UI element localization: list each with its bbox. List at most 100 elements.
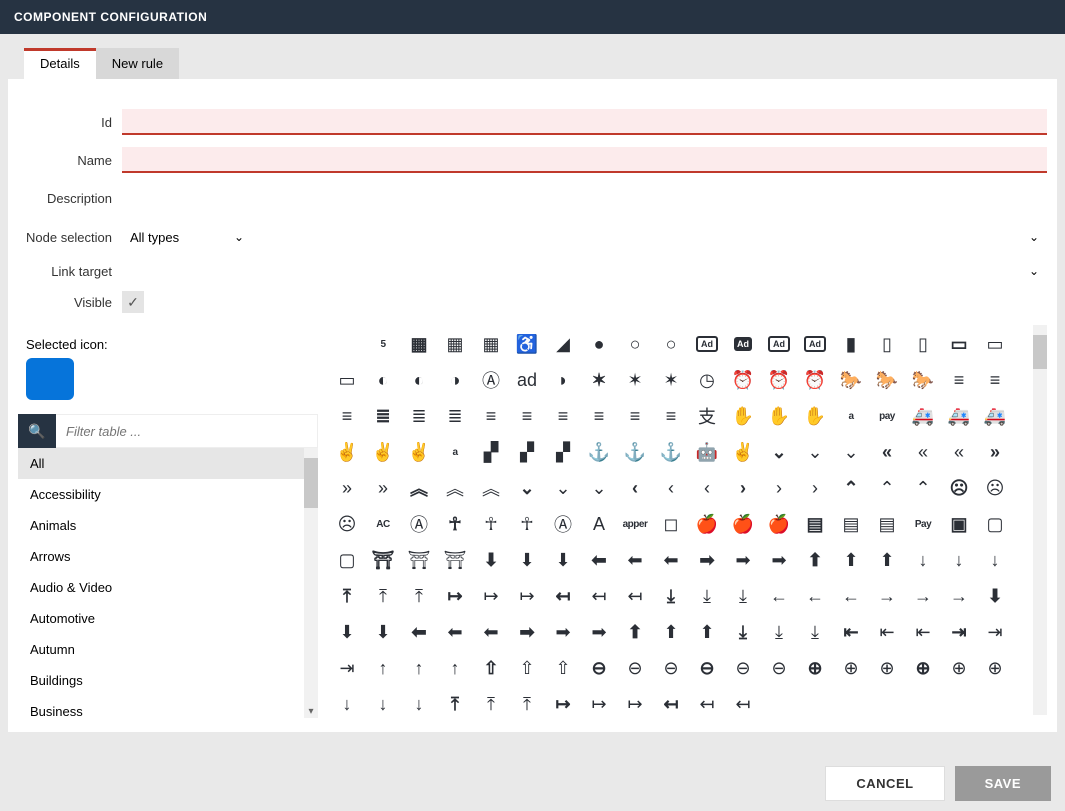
align-right-solid-icon[interactable]: ≡ — [582, 399, 616, 433]
arrow-right-solid-icon[interactable]: → — [870, 579, 904, 613]
asl-solid-icon[interactable]: ✌ — [330, 435, 364, 469]
arrow-left-regular-icon[interactable]: ← — [798, 579, 832, 613]
allergies-solid-icon[interactable]: ✋ — [726, 399, 760, 433]
alipay-icon[interactable]: 支 — [690, 399, 724, 433]
ad-light-icon[interactable]: Ad — [798, 327, 832, 361]
apple-icon[interactable]: ◻ — [654, 507, 688, 541]
archway-solid-icon[interactable]: ⛩ — [366, 543, 400, 577]
category-scroll-thumb[interactable] — [304, 458, 318, 508]
angry-creative-icon[interactable]: AC — [366, 507, 400, 541]
arrow-alt-circle-right-regular-icon[interactable]: ⊕ — [834, 651, 868, 685]
archway-light-icon[interactable]: ⛩ — [438, 543, 472, 577]
category-scrollbar[interactable]: ▾ — [304, 448, 318, 718]
tab-new-rule[interactable]: New rule — [96, 48, 179, 79]
visible-checkbox[interactable]: ✓ — [122, 291, 144, 313]
chart-bar-regular-icon[interactable]: ▞ — [510, 435, 544, 469]
amilia-icon[interactable]: a — [438, 435, 472, 469]
angle-up-solid-icon[interactable]: ⌃ — [834, 471, 868, 505]
anchor-regular-icon[interactable]: ⚓ — [618, 435, 652, 469]
chart-bar-light-icon[interactable]: ▞ — [546, 435, 580, 469]
android-icon[interactable]: 🤖 — [690, 435, 724, 469]
arrow-to-right-solid-icon[interactable]: ⇥ — [942, 615, 976, 649]
save-button[interactable]: SAVE — [955, 766, 1051, 801]
angle-down-solid-icon[interactable]: ⌄ — [510, 471, 544, 505]
arrow-square-down-regular-icon[interactable]: ⬇ — [330, 615, 364, 649]
node-selection-value-select[interactable]: ⌄ — [256, 223, 1047, 251]
arrow-square-left-regular-icon[interactable]: ⬅ — [438, 615, 472, 649]
arrow-right-light-icon[interactable]: → — [942, 579, 976, 613]
apple-crate-solid-icon[interactable]: ▤ — [798, 507, 832, 541]
arrow-square-right-regular-icon[interactable]: ➡ — [546, 615, 580, 649]
icon-grid-scroll-thumb[interactable] — [1033, 335, 1047, 369]
arrow-right-regular-icon[interactable]: → — [906, 579, 940, 613]
app-store-icon[interactable]: Ⓐ — [546, 507, 580, 541]
arrow-circle-right-light-icon[interactable]: ➡ — [762, 543, 796, 577]
category-item[interactable]: Audio & Video — [18, 572, 318, 603]
arrow-alt-circle-right-light-icon[interactable]: ⊕ — [870, 651, 904, 685]
arrow-from-bottom-solid-icon[interactable]: ⤒ — [330, 579, 364, 613]
address-book-regular-icon[interactable]: ▯ — [870, 327, 904, 361]
arrow-square-right-solid-icon[interactable]: ➡ — [510, 615, 544, 649]
arrow-to-left-light-icon[interactable]: ⇤ — [906, 615, 940, 649]
align-right-regular-icon[interactable]: ≡ — [618, 399, 652, 433]
apple-alt-solid-icon[interactable]: 🍎 — [690, 507, 724, 541]
arrow-alt-circle-down-light-icon[interactable]: ⊖ — [654, 651, 688, 685]
arrow-square-right-light-icon[interactable]: ➡ — [582, 615, 616, 649]
angle-double-down-light-icon[interactable]: ⌄ — [834, 435, 868, 469]
apple-alt-light-icon[interactable]: 🍎 — [762, 507, 796, 541]
arrow-up-regular-icon[interactable]: ↑ — [402, 651, 436, 685]
angry-solid-icon[interactable]: ☹ — [942, 471, 976, 505]
name-input[interactable] — [122, 147, 1047, 173]
air-freshener-solid-icon[interactable]: ✶ — [582, 363, 616, 397]
abacus-solid-icon[interactable]: ▦ — [402, 327, 436, 361]
arrow-alt-circle-down-regular-icon[interactable]: ⊖ — [618, 651, 652, 685]
apple-crate-light-icon[interactable]: ▤ — [870, 507, 904, 541]
arrow-down-solid-icon[interactable]: ↓ — [906, 543, 940, 577]
arrow-alt-from-right-light-icon[interactable]: ↤ — [726, 687, 760, 715]
arrow-from-top-regular-icon[interactable]: ⤓ — [690, 579, 724, 613]
algolia-regular-icon[interactable]: 🐎 — [870, 363, 904, 397]
arrow-down-light-icon[interactable]: ↓ — [978, 543, 1012, 577]
angle-double-up-solid-icon[interactable]: ︽ — [402, 471, 436, 505]
allergies-regular-icon[interactable]: ✋ — [762, 399, 796, 433]
ankh-solid-icon[interactable]: ☥ — [438, 507, 472, 541]
arrow-circle-down-solid-icon[interactable]: ⬇ — [474, 543, 508, 577]
arrow-square-left-solid-icon[interactable]: ⬅ — [402, 615, 436, 649]
arrow-from-bottom-regular-icon[interactable]: ⤒ — [366, 579, 400, 613]
affiliatetheme-icon[interactable]: ◗ — [546, 363, 580, 397]
arrow-alt-circle-left-solid-icon[interactable]: ⊖ — [690, 651, 724, 685]
align-justify-light-icon[interactable]: ≣ — [438, 399, 472, 433]
arrow-alt-down-light-icon[interactable]: ↓ — [402, 687, 436, 715]
apper-icon[interactable]: apper — [618, 507, 652, 541]
acorn-solid-icon[interactable]: ● — [582, 327, 616, 361]
arrow-circle-down-light-icon[interactable]: ⬇ — [546, 543, 580, 577]
arrow-from-right-regular-icon[interactable]: ↤ — [582, 579, 616, 613]
abacus-regular-icon[interactable]: ▦ — [438, 327, 472, 361]
arrow-square-up-solid-icon[interactable]: ⬆ — [618, 615, 652, 649]
angle-double-up-regular-icon[interactable]: ︽ — [438, 471, 472, 505]
amazon-pay-icon[interactable]: pay — [870, 399, 904, 433]
algolia-light-icon[interactable]: 🐎 — [906, 363, 940, 397]
arrow-alt-up-solid-icon[interactable]: ⇧ — [474, 651, 508, 685]
angular-icon[interactable]: Ⓐ — [402, 507, 436, 541]
angle-up-light-icon[interactable]: ⌃ — [906, 471, 940, 505]
arrow-circle-up-regular-icon[interactable]: ⬆ — [834, 543, 868, 577]
asl-light-icon[interactable]: ✌ — [402, 435, 436, 469]
category-item[interactable]: Buildings — [18, 665, 318, 696]
arrow-from-bottom-light-icon[interactable]: ⤒ — [402, 579, 436, 613]
arrow-alt-circle-left-regular-icon[interactable]: ⊖ — [726, 651, 760, 685]
adjust-solid-icon[interactable]: ◐ — [366, 363, 400, 397]
arrow-alt-circle-up-solid-icon[interactable]: ⊕ — [906, 651, 940, 685]
air-freshener-light-icon[interactable]: ✶ — [654, 363, 688, 397]
address-card-light-icon[interactable]: ▭ — [978, 327, 1012, 361]
arrow-from-left-regular-icon[interactable]: ↦ — [474, 579, 508, 613]
angle-right-light-icon[interactable]: › — [798, 471, 832, 505]
angle-up-regular-icon[interactable]: ⌃ — [870, 471, 904, 505]
arrow-from-top-light-icon[interactable]: ⤓ — [726, 579, 760, 613]
arrow-circle-up-solid-icon[interactable]: ⬆ — [798, 543, 832, 577]
arrow-circle-right-solid-icon[interactable]: ➡ — [690, 543, 724, 577]
arrow-alt-from-bottom-regular-icon[interactable]: ⤒ — [474, 687, 508, 715]
arrow-square-down-light-icon[interactable]: ⬇ — [366, 615, 400, 649]
ankh-regular-icon[interactable]: ☥ — [474, 507, 508, 541]
arrow-alt-up-regular-icon[interactable]: ⇧ — [510, 651, 544, 685]
